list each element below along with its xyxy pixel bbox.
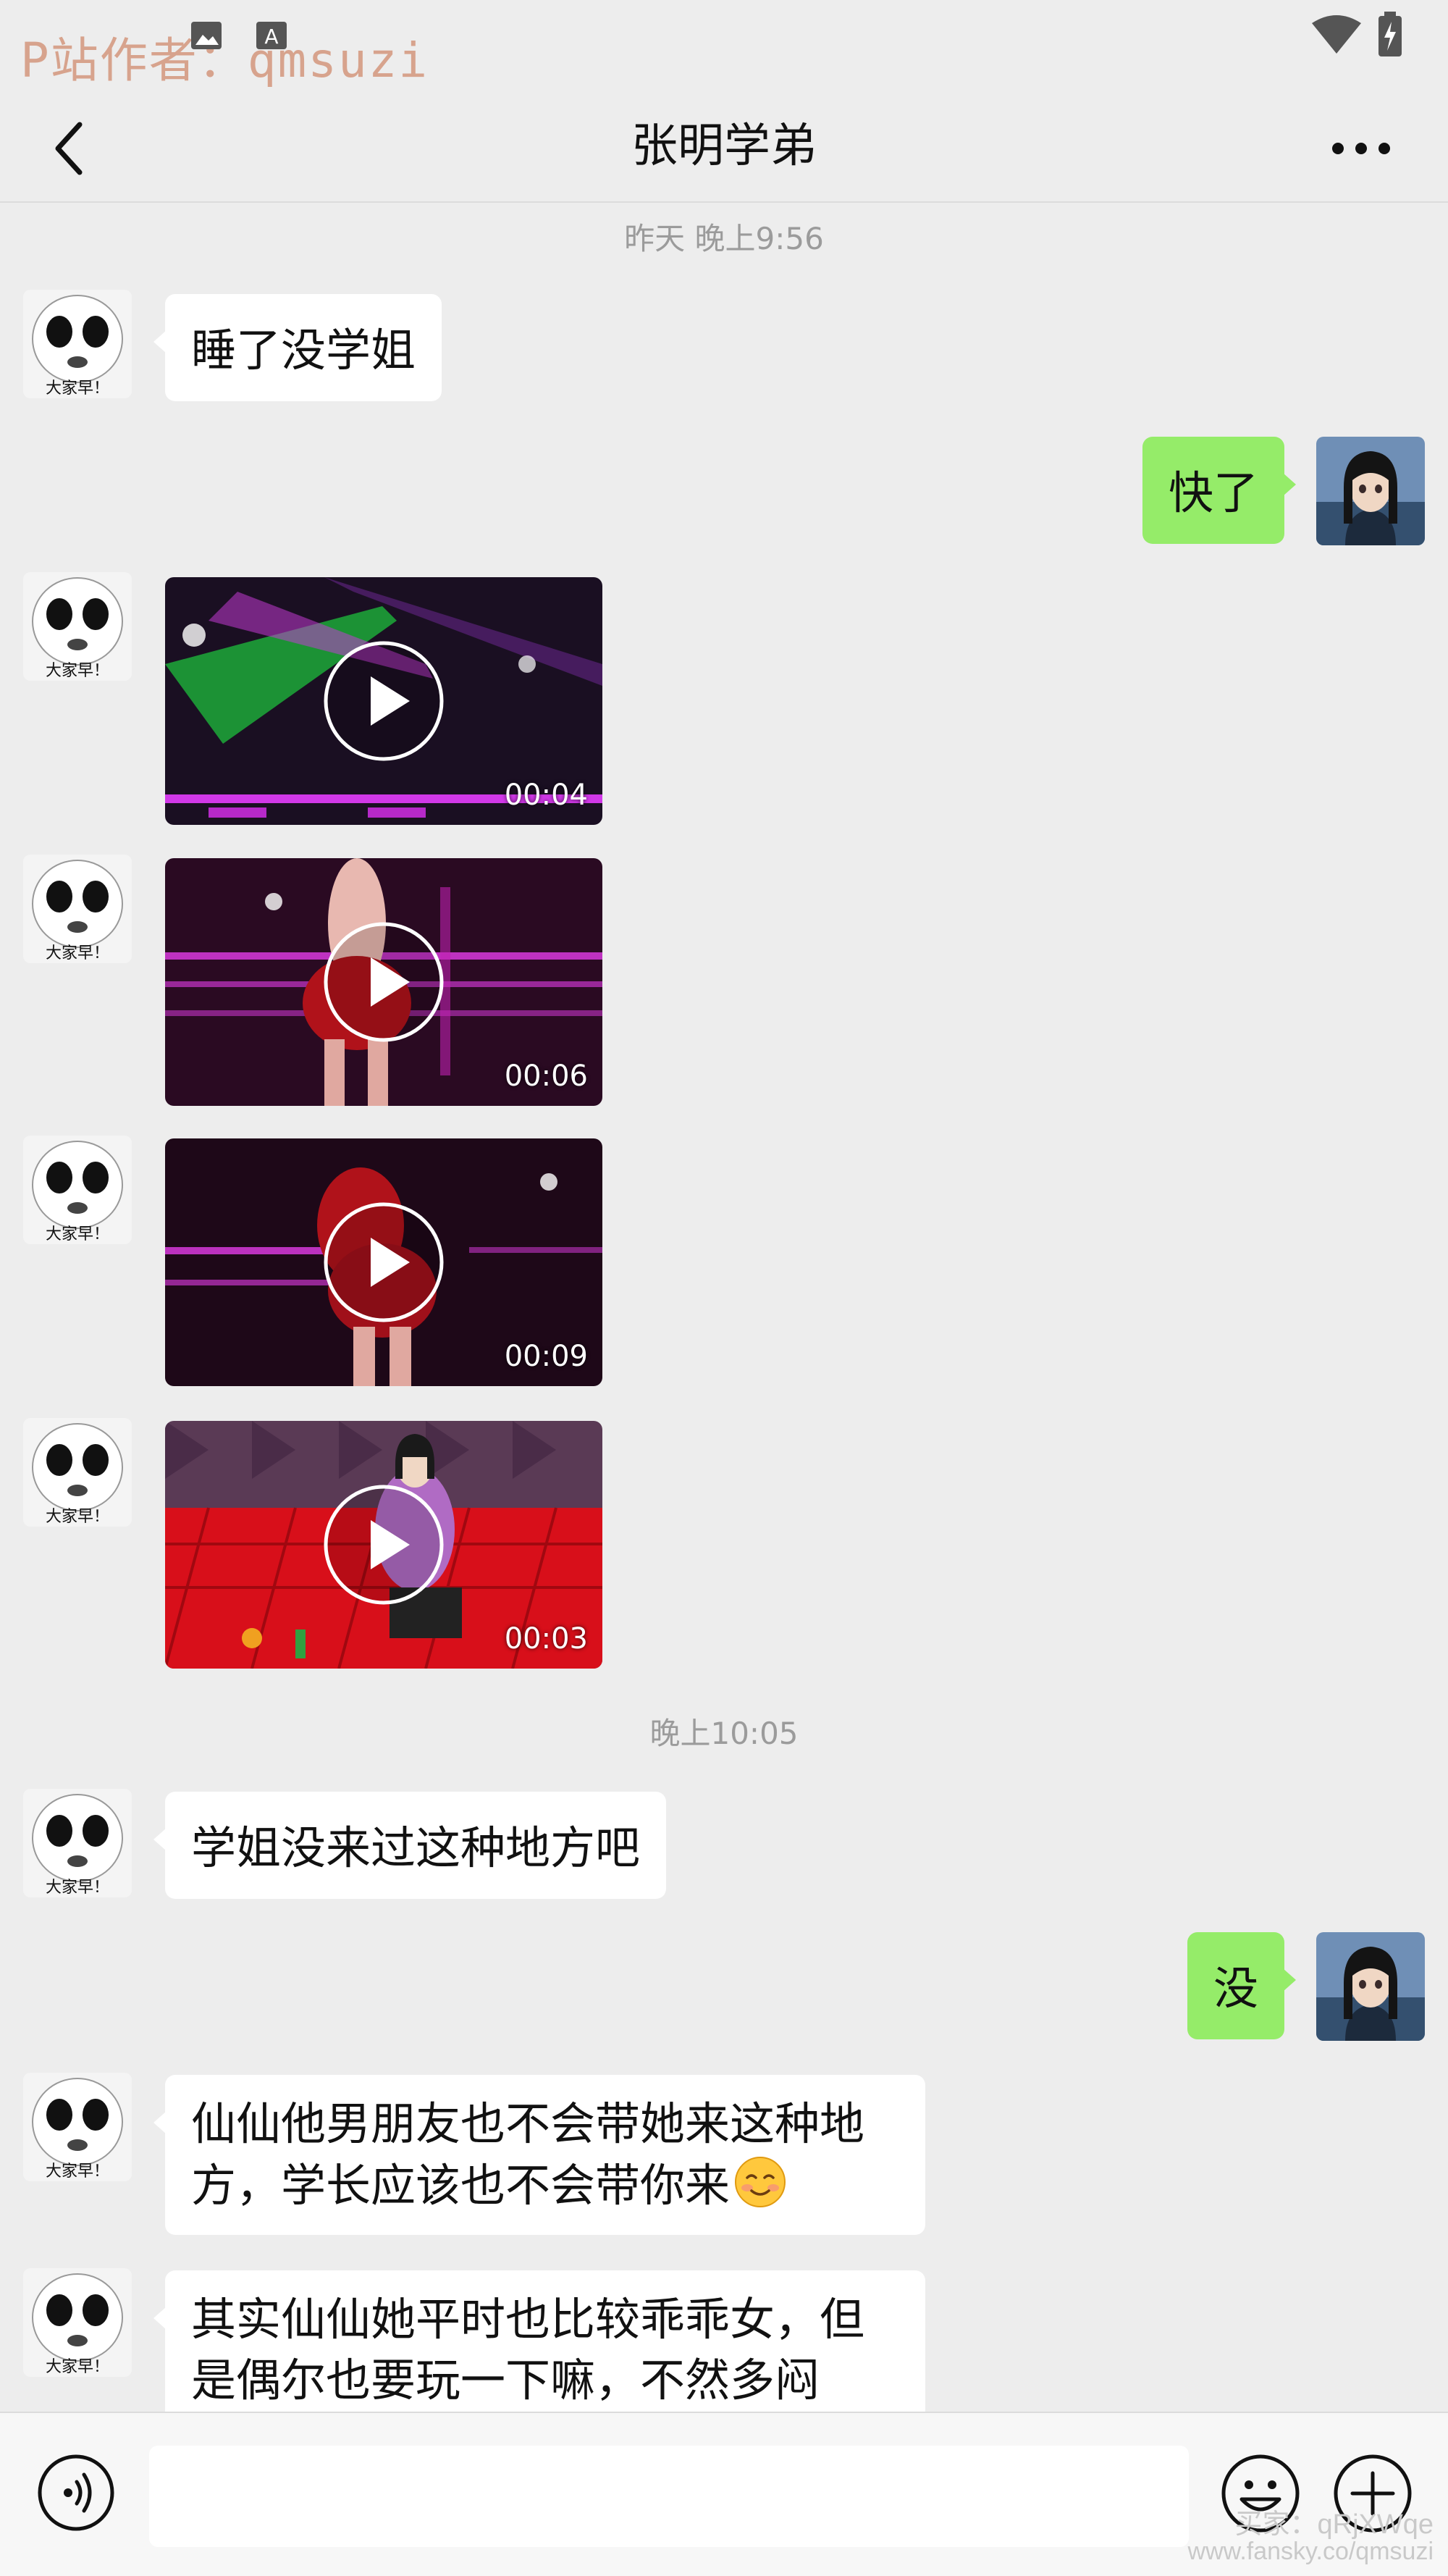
watermark-text: P站作者：qmsuzi [20, 33, 429, 88]
battery-charging-icon [1378, 12, 1402, 56]
image-icon [191, 22, 222, 49]
play-icon[interactable] [321, 1482, 446, 1607]
avatar-caption: 大家早！ [46, 2358, 109, 2376]
meme-face-avatar: 大家早！ [23, 2268, 132, 2377]
play-icon[interactable] [321, 920, 446, 1044]
avatar[interactable]: 大家早！ [23, 1136, 132, 1244]
avatar-caption: 大家早！ [46, 944, 109, 962]
play-icon[interactable] [321, 639, 446, 763]
chat-header: 张明学弟 [0, 94, 1448, 203]
more-dots-icon[interactable] [1325, 123, 1397, 174]
avatar-caption: 大家早！ [46, 662, 109, 680]
avatar-caption: 大家早！ [46, 379, 109, 398]
message-bubble-outgoing[interactable]: 快了 [1142, 437, 1297, 544]
message-bubble-incoming[interactable]: 睡了没学姐 [153, 294, 442, 401]
meme-face-avatar: 大家早！ [23, 1136, 132, 1244]
anime-girl-avatar [1316, 1932, 1425, 2041]
message-text: 学姐没来过这种地方吧 [191, 1821, 641, 1874]
wifi-icon [1312, 15, 1361, 54]
meme-face-avatar: 大家早！ [23, 2073, 132, 2181]
avatar[interactable]: 大家早！ [23, 2073, 132, 2181]
meme-face-avatar: 大家早！ [23, 572, 132, 681]
message-timestamp: 晚上10:05 [649, 1716, 799, 1751]
message-text: 方，学长应该也不会带你来 [191, 2159, 731, 2212]
status-bar: P站作者：qmsuzi A [0, 0, 1448, 94]
smiling-face-emoji [735, 2157, 786, 2207]
avatar-caption: 大家早！ [46, 1879, 109, 1897]
video-duration: 00:09 [504, 1340, 588, 1373]
video-message[interactable]: 00:06 [165, 858, 602, 1106]
avatar[interactable]: 大家早！ [23, 1418, 132, 1527]
video-duration: 00:04 [504, 779, 588, 812]
buyer-watermark: 买家：qRjXWqe [1234, 2509, 1434, 2540]
message-text: 没 [1213, 1962, 1258, 2015]
message-text-line: 是偶尔也要玩一下嘛，不然多闷 [191, 2354, 820, 2407]
message-text: 快了 [1168, 466, 1258, 519]
text-a-icon: A [256, 22, 287, 49]
avatar[interactable] [1316, 437, 1425, 545]
avatar[interactable]: 大家早！ [23, 290, 132, 398]
video-message[interactable]: 00:09 [165, 1138, 602, 1386]
svg-text:A: A [264, 25, 278, 49]
avatar[interactable]: 大家早！ [23, 572, 132, 681]
avatar-caption: 大家早！ [46, 1508, 109, 1526]
video-message[interactable]: 00:04 [165, 577, 602, 825]
message-text-line: 仙仙他男朋友也不会带她来这种地 [191, 2097, 865, 2150]
avatar-caption: 大家早！ [46, 1225, 109, 1243]
avatar[interactable]: 大家早！ [23, 2268, 132, 2377]
avatar[interactable] [1316, 1932, 1425, 2041]
video-duration: 00:03 [504, 1622, 588, 1656]
site-watermark: www.fansky.co/qmsuzi [1187, 2538, 1434, 2565]
message-bubble-outgoing[interactable]: 没 [1187, 1932, 1297, 2039]
voice-icon[interactable] [36, 2453, 116, 2533]
video-message[interactable]: 00:03 [165, 1421, 602, 1669]
meme-face-avatar: 大家早！ [23, 290, 132, 398]
chat-title: 张明学弟 [631, 119, 817, 173]
message-bubble-incoming[interactable]: 其实仙仙她平时也比较乖乖女，但 是偶尔也要玩一下嘛，不然多闷 [153, 2270, 925, 2430]
video-duration: 00:06 [504, 1060, 588, 1093]
anime-girl-avatar [1316, 437, 1425, 545]
avatar[interactable]: 大家早！ [23, 855, 132, 963]
message-text-line: 其实仙仙她平时也比较乖乖女，但 [191, 2293, 865, 2346]
meme-face-avatar: 大家早！ [23, 1418, 132, 1527]
message-bubble-incoming[interactable]: 仙仙他男朋友也不会带她来这种地 方，学长应该也不会带你来 [153, 2075, 925, 2235]
meme-face-avatar: 大家早！ [23, 855, 132, 963]
meme-face-avatar: 大家早！ [23, 1789, 132, 1897]
chat-input-bar: 买家：qRjXWqe www.fansky.co/qmsuzi [0, 2412, 1448, 2576]
message-timestamp: 昨天 晚上9:56 [624, 221, 824, 256]
message-text-line: 方，学长应该也不会带你来 [191, 2155, 899, 2216]
message-input[interactable] [149, 2446, 1189, 2547]
message-bubble-incoming[interactable]: 学姐没来过这种地方吧 [153, 1792, 667, 1899]
message-text: 睡了没学姐 [191, 324, 416, 377]
play-icon[interactable] [321, 1200, 446, 1325]
avatar[interactable]: 大家早！ [23, 1789, 132, 1897]
avatar-caption: 大家早！ [46, 2162, 109, 2181]
